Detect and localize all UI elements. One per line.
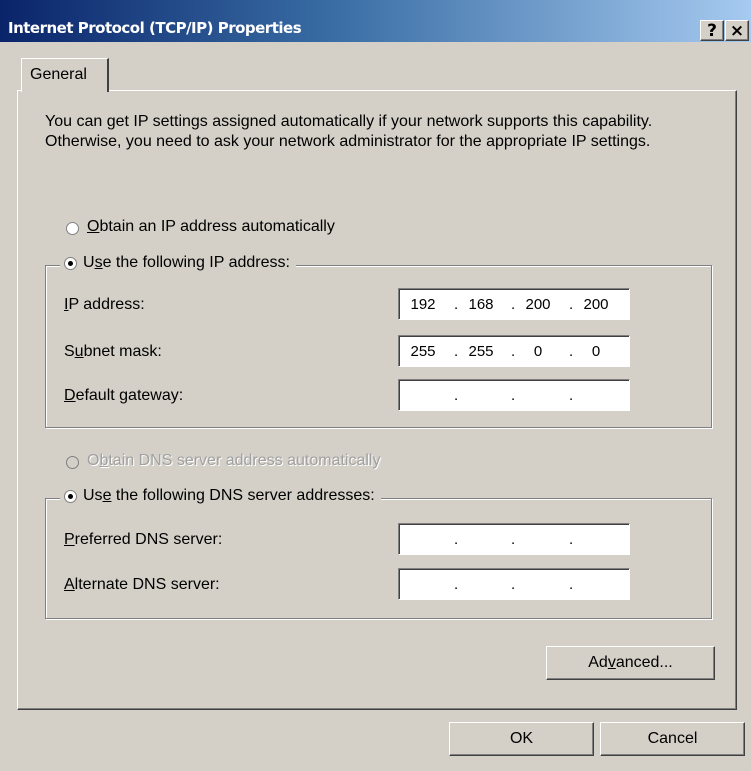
preferred-dns-label: Preferred DNS server: <box>64 531 223 548</box>
radio-label-obtain-dns-auto[interactable]: Obtain DNS server address automatically <box>87 452 380 470</box>
ip-address-input[interactable]: 192 . 168 . 200 . 200 <box>398 288 630 320</box>
octet-4: 200 <box>583 296 609 313</box>
default-gateway-label: Default gateway: <box>64 387 184 404</box>
radio-use-following-dns[interactable]: Use the following DNS server addresses: <box>60 487 381 505</box>
octet-dot: . <box>569 387 574 404</box>
octet-dot: . <box>454 531 459 548</box>
dns-server-group <box>45 498 712 619</box>
octet-dot: . <box>511 531 516 548</box>
octet-3: 0 <box>533 343 543 360</box>
description-text: You can get IP settings assigned automat… <box>45 113 653 150</box>
tab-general[interactable]: General <box>21 58 109 92</box>
help-button[interactable]: ? <box>700 20 724 41</box>
octet-dot: . <box>454 343 459 360</box>
octet-2: 168 <box>468 296 494 313</box>
octet-2: 255 <box>468 343 494 360</box>
octet-dot: . <box>569 576 574 593</box>
radio-label-use-following-dns[interactable]: Use the following DNS server addresses: <box>83 487 375 505</box>
radio-button-checked[interactable] <box>64 256 77 270</box>
radio-button-disabled[interactable] <box>66 456 79 469</box>
close-button[interactable]: × <box>725 20 749 41</box>
radio-use-following-ip[interactable]: Use the following IP address: <box>60 254 296 272</box>
octet-dot: . <box>454 296 459 313</box>
octet-dot: . <box>511 343 516 360</box>
radio-button-unchecked[interactable] <box>66 222 79 235</box>
subnet-mask-label: Subnet mask: <box>64 343 162 360</box>
octet-dot: . <box>511 576 516 593</box>
octet-dot: . <box>454 387 459 404</box>
octet-dot: . <box>569 296 574 313</box>
advanced-button[interactable]: Advanced... <box>546 646 715 680</box>
octet-3: 200 <box>525 296 551 313</box>
octet-dot: . <box>511 296 516 313</box>
octet-dot: . <box>569 343 574 360</box>
radio-label-obtain-ip-auto[interactable]: Obtain an IP address automatically <box>87 218 335 236</box>
alternate-dns-label: Alternate DNS server: <box>64 576 220 593</box>
subnet-mask-input[interactable]: 255 . 255 . 0 . 0 <box>398 335 630 367</box>
window-title: Internet Protocol (TCP/IP) Properties <box>8 19 302 37</box>
octet-1: 192 <box>410 296 436 313</box>
default-gateway-input[interactable]: . . . <box>398 379 630 411</box>
ok-button[interactable]: OK <box>449 722 594 756</box>
radio-button-checked[interactable] <box>64 489 77 503</box>
octet-dot: . <box>454 576 459 593</box>
title-bar[interactable]: Internet Protocol (TCP/IP) Properties ? … <box>0 0 751 42</box>
preferred-dns-input[interactable]: . . . <box>398 523 630 555</box>
octet-dot: . <box>569 531 574 548</box>
cancel-button[interactable]: Cancel <box>600 722 745 756</box>
octet-dot: . <box>511 387 516 404</box>
radio-label-use-following-ip[interactable]: Use the following IP address: <box>83 254 290 272</box>
octet-4: 0 <box>591 343 601 360</box>
ip-address-label: IP address: <box>64 296 145 313</box>
dialog-window: Internet Protocol (TCP/IP) Properties ? … <box>0 0 751 771</box>
alternate-dns-input[interactable]: . . . <box>398 568 630 600</box>
octet-1: 255 <box>410 343 436 360</box>
